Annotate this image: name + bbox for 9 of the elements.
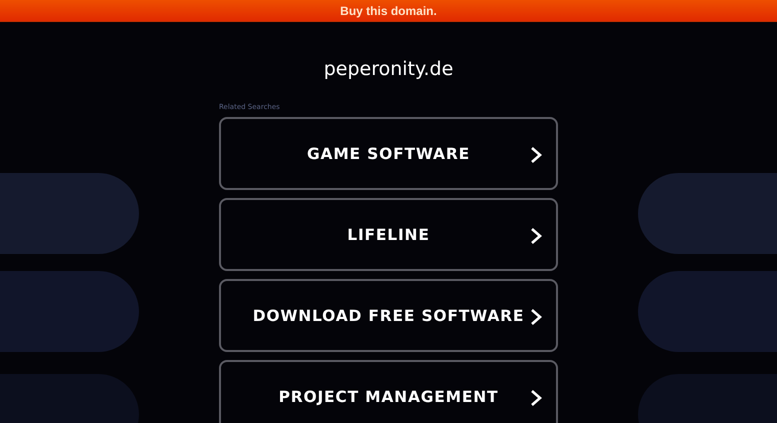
chevron-right-icon (530, 389, 542, 407)
domain-title: peperonity.de (324, 58, 454, 80)
search-link[interactable]: DOWNLOAD FREE SOFTWARE (219, 279, 558, 352)
search-link[interactable]: PROJECT MANAGEMENT (219, 360, 558, 423)
search-link[interactable]: LIFELINE (219, 198, 558, 271)
chevron-right-icon (530, 227, 542, 245)
search-link[interactable]: GAME SOFTWARE (219, 117, 558, 190)
chevron-right-icon (530, 308, 542, 326)
chevron-right-icon (530, 146, 542, 164)
